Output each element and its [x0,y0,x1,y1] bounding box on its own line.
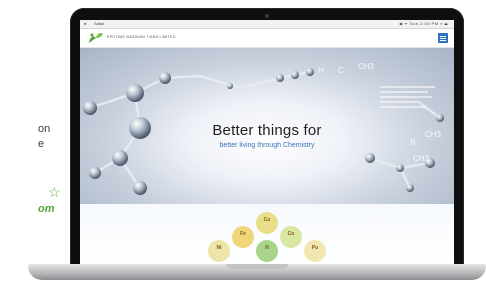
element-symbol: Ni [216,245,222,251]
os-status-items[interactable]: ◀ ᯤ Sun 2:00 PM ⌕ ☰ [399,20,448,28]
formula-ch3-bottom: CH3 [413,154,430,163]
laptop-base [28,264,486,280]
leaf-logo-icon[interactable] [88,32,104,44]
hero-subtitle: better living through Chemistry [219,142,315,149]
element-section: Cu Fe Co Ni N Pu [80,204,454,264]
element-symbol: Pu [311,245,319,251]
element-tile-pu[interactable]: Pu [304,240,326,262]
left-copy-line-1: on [38,123,51,135]
site-header: EPITOME BASAVAN TIARA LIMITED [80,29,454,48]
laptop-notch [226,264,288,269]
element-tile-n[interactable]: N [256,240,278,262]
element-symbol: Cu [263,217,271,223]
laptop-screen: ● Safari ◀ ᯤ Sun 2:00 PM ⌕ ☰ EPITOME BAS… [80,20,454,264]
formula-h: H [318,66,324,75]
left-copy-line-2: e [38,138,45,150]
element-symbol: N [265,245,269,251]
formula-ch3-top: CH3 [358,62,375,71]
element-tile-fe[interactable]: Fe [232,226,254,248]
element-symbol: Co [287,231,295,237]
hero-title: Better things for [212,122,322,139]
sparkle-icon: ☆ [48,184,61,200]
company-name[interactable]: EPITOME BASAVAN TIARA LIMITED [107,35,176,39]
element-tile-co[interactable]: Co [280,226,302,248]
os-app-name[interactable]: Safari [94,20,104,28]
apple-icon[interactable]: ● [84,20,86,28]
decorative-text-lines [380,86,440,111]
element-tile-cu[interactable]: Cu [256,212,278,234]
os-menu-bar: ● Safari ◀ ᯤ Sun 2:00 PM ⌕ ☰ [80,20,454,29]
camera-icon [265,14,269,18]
laptop-lid: ● Safari ◀ ᯤ Sun 2:00 PM ⌕ ☰ EPITOME BAS… [70,8,464,266]
left-copy: on e ☆ om [0,0,70,284]
hero-banner: H C CH3 N CH3 CH3 Better things for bett… [80,48,454,204]
left-copy-line-3: om [38,203,55,215]
element-tile-ni[interactable]: Ni [208,240,230,262]
element-symbol: Fe [240,231,246,237]
hamburger-menu-icon[interactable] [438,33,448,43]
formula-c: C [338,66,344,75]
